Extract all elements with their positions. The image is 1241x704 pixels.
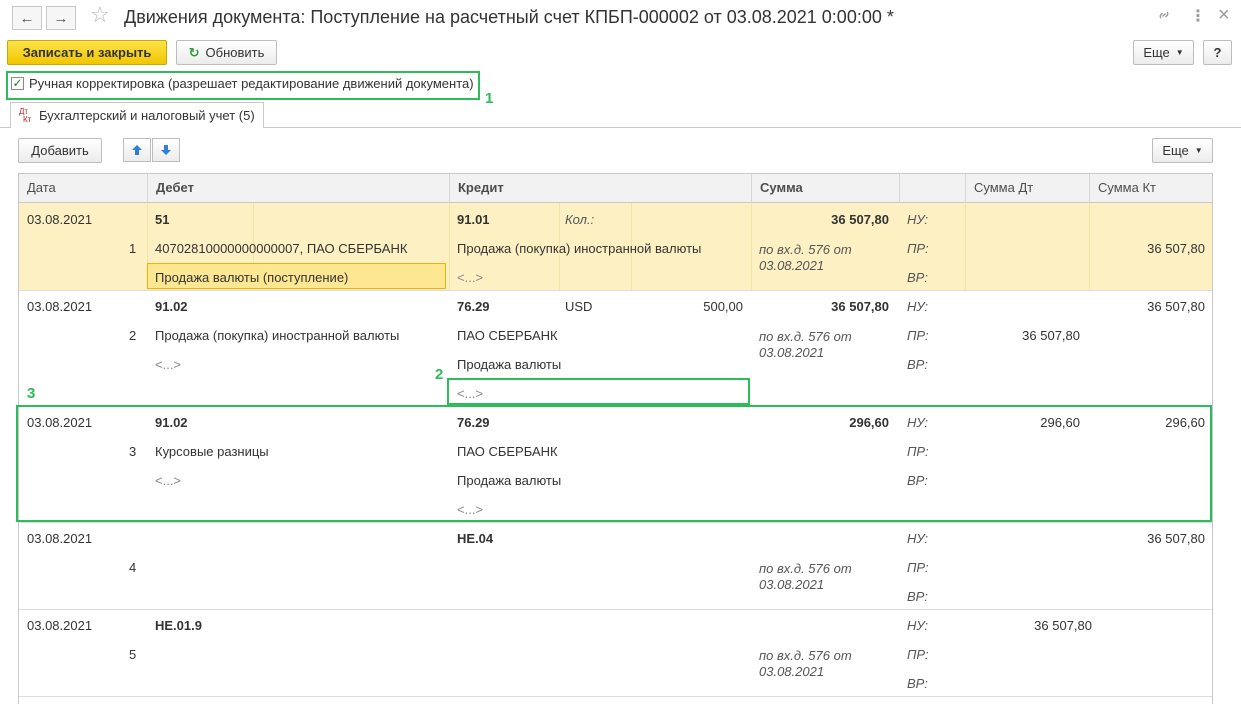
- nu-amount-kt[interactable]: 36 507,80: [1094, 299, 1205, 314]
- col-amount-dt[interactable]: Сумма Дт: [965, 174, 1089, 203]
- pr-label: ПР:: [907, 328, 929, 343]
- credit-subconto-1[interactable]: Продажа (покупка) иностранной валюты: [457, 241, 701, 256]
- row-number: 4: [129, 560, 137, 575]
- annotation-number-3: 3: [27, 385, 36, 402]
- nu-amount-dt[interactable]: 36 507,80: [981, 618, 1092, 633]
- row-date: 03.08.2021: [27, 299, 93, 314]
- debit-account[interactable]: НЕ.01.9: [155, 618, 202, 633]
- vr-label: ВР:: [907, 270, 928, 285]
- nu-amount-kt[interactable]: 36 507,80: [1094, 531, 1205, 546]
- more-button[interactable]: Еще ▼: [1133, 40, 1194, 65]
- row-number: 5: [129, 647, 137, 662]
- table-row[interactable]: 03.08.2021 4 НЕ.04 по вх.д. 576 от 03.08…: [19, 523, 1212, 610]
- refresh-icon: ↻: [188, 44, 200, 60]
- nu-label: НУ:: [907, 618, 929, 633]
- refresh-button-label: Обновить: [205, 45, 265, 60]
- table-header: Дата Дебет Кредит Сумма Сумма Дт Сумма К…: [19, 174, 1212, 203]
- annotation-box-2: [447, 378, 750, 405]
- pr-label: ПР:: [907, 560, 929, 575]
- page-title: Движения документа: Поступление на расче…: [124, 7, 894, 27]
- arrow-down-icon: [161, 145, 171, 155]
- col-accounting-type[interactable]: [899, 174, 965, 203]
- credit-currency-amount[interactable]: 500,00: [639, 299, 743, 314]
- close-icon[interactable]: ×: [1218, 4, 1230, 27]
- dt-kt-icon: Дт Кт: [19, 106, 32, 124]
- col-debit[interactable]: Дебет: [147, 174, 449, 203]
- favorite-star-icon[interactable]: ☆: [90, 2, 110, 28]
- credit-subconto-2[interactable]: Продажа валюты: [457, 357, 561, 372]
- row-number: 1: [129, 241, 137, 256]
- debit-subconto-1[interactable]: 40702810000000000007, ПАО СБЕРБАНК: [155, 241, 407, 256]
- row-date: 03.08.2021: [27, 618, 93, 633]
- help-button[interactable]: ?: [1203, 40, 1232, 65]
- row-date: 03.08.2021: [27, 212, 93, 227]
- content[interactable]: по вх.д. 576 от 03.08.2021: [759, 242, 871, 274]
- table-row[interactable]: 03.08.2021 1 51 40702810000000000007, ПА…: [19, 203, 1212, 291]
- col-amount[interactable]: Сумма: [751, 174, 899, 203]
- table-row[interactable]: 03.08.2021 5 НЕ.01.9 по вх.д. 576 от 03.…: [19, 610, 1212, 697]
- credit-qty-label: Кол.:: [565, 212, 595, 227]
- credit-currency[interactable]: USD: [565, 299, 592, 314]
- tab-accounting[interactable]: Дт Кт Бухгалтерский и налоговый учет (5): [10, 102, 264, 128]
- content[interactable]: по вх.д. 576 от 03.08.2021: [759, 561, 871, 593]
- annotation-number-2: 2: [435, 366, 444, 383]
- link-icon[interactable]: [1156, 7, 1172, 28]
- credit-account[interactable]: НЕ.04: [457, 531, 493, 546]
- annotation-box-3: [16, 405, 1212, 522]
- chevron-down-icon: ▼: [1175, 48, 1184, 57]
- credit-subconto-1[interactable]: ПАО СБЕРБАНК: [457, 328, 558, 343]
- row-number: 2: [129, 328, 137, 343]
- pr-label: ПР:: [907, 241, 929, 256]
- col-date[interactable]: Дата: [19, 174, 147, 203]
- debit-subconto-2[interactable]: <...>: [155, 357, 181, 372]
- debit-subconto-2[interactable]: Продажа валюты (поступление): [155, 270, 348, 285]
- credit-subconto-2[interactable]: <...>: [457, 270, 483, 285]
- content[interactable]: по вх.д. 576 от 03.08.2021: [759, 648, 871, 680]
- more-button-label: Еще: [1143, 45, 1170, 60]
- pr-amount-dt[interactable]: 36 507,80: [969, 328, 1080, 343]
- content[interactable]: по вх.д. 576 от 03.08.2021: [759, 329, 871, 361]
- pr-label: ПР:: [907, 647, 929, 662]
- vr-label: ВР:: [907, 357, 928, 372]
- back-button[interactable]: ←: [12, 6, 42, 30]
- tab-accounting-label: Бухгалтерский и налоговый учет (5): [39, 108, 255, 123]
- chevron-down-icon: ▼: [1194, 146, 1203, 155]
- move-up-button[interactable]: [123, 138, 151, 162]
- vr-label: ВР:: [907, 589, 928, 604]
- vr-label: ВР:: [907, 676, 928, 691]
- debit-account[interactable]: 51: [155, 212, 169, 227]
- row-date: 03.08.2021: [27, 531, 93, 546]
- amount[interactable]: 36 507,80: [759, 212, 889, 227]
- arrow-left-icon: ←: [19, 9, 35, 27]
- nu-label: НУ:: [907, 531, 929, 546]
- arrow-up-icon: [132, 145, 142, 155]
- amount[interactable]: 36 507,80: [759, 299, 889, 314]
- refresh-button[interactable]: ↻ Обновить: [176, 40, 277, 65]
- arrow-right-icon: →: [53, 9, 69, 27]
- table-more-button[interactable]: Еще ▼: [1152, 138, 1213, 163]
- debit-subconto-1[interactable]: Продажа (покупка) иностранной валюты: [155, 328, 399, 343]
- col-credit[interactable]: Кредит: [449, 174, 751, 203]
- annotation-box-1: [6, 71, 480, 100]
- forward-button[interactable]: →: [46, 6, 76, 30]
- table-more-label: Еще: [1162, 143, 1189, 158]
- nu-label: НУ:: [907, 299, 929, 314]
- credit-account[interactable]: 91.01: [457, 212, 490, 227]
- annotation-number-1: 1: [485, 90, 494, 107]
- save-and-close-button[interactable]: Записать и закрыть: [7, 40, 167, 65]
- more-vertical-icon[interactable]: ⋮: [1190, 6, 1206, 26]
- credit-account[interactable]: 76.29: [457, 299, 490, 314]
- pr-amount-kt[interactable]: 36 507,80: [1094, 241, 1205, 256]
- debit-account[interactable]: 91.02: [155, 299, 188, 314]
- col-amount-kt[interactable]: Сумма Кт: [1089, 174, 1212, 203]
- move-down-button[interactable]: [152, 138, 180, 162]
- nu-label: НУ:: [907, 212, 929, 227]
- add-button[interactable]: Добавить: [18, 138, 102, 163]
